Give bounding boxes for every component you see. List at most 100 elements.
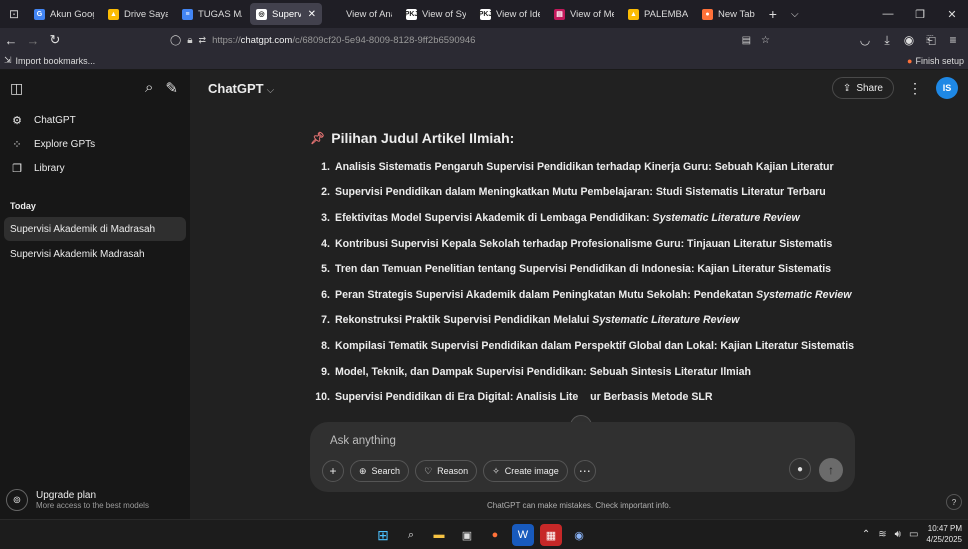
new-chat-icon[interactable]: ✎ xyxy=(165,79,178,97)
sidebar-item-library[interactable]: ❐ Library xyxy=(0,156,190,180)
microphone-icon[interactable]: ● xyxy=(789,458,811,480)
windows-taskbar: ⊞ ⌕ ▬ ▣ ● W ▦ ◉ ⌃ ≋ 🔊︎ ▭ 10:47 PM 4/25/2… xyxy=(0,519,968,549)
browser-tab[interactable]: ≡ TUGAS MAT xyxy=(176,3,248,25)
forward-button[interactable]: → xyxy=(22,28,44,52)
close-tab-icon[interactable]: ✕ xyxy=(308,9,316,20)
list-number: 3. xyxy=(321,211,330,224)
attach-button[interactable]: + xyxy=(322,460,344,482)
list-number: 2. xyxy=(321,186,330,199)
list-number: 6. xyxy=(321,288,330,301)
reload-button[interactable]: ↻ xyxy=(44,28,66,52)
list-item: 7. Rekonstruksi Praktik Supervisi Pendidi… xyxy=(310,308,870,334)
avatar[interactable]: IS xyxy=(936,77,958,99)
prompt-input[interactable]: Ask anything xyxy=(330,435,396,447)
list-text: Peran Strategis Supervisi Akademik dalam… xyxy=(335,288,757,301)
browser-tab[interactable]: ● New Tab xyxy=(696,3,761,25)
wifi-icon[interactable]: ≋ xyxy=(878,529,886,540)
url-text[interactable]: https://chatgpt.com/c/6809cf20-5e94-8009… xyxy=(212,35,475,46)
tab-overview-icon[interactable]: ⊡ xyxy=(0,0,28,28)
upgrade-subtitle: More access to the best models xyxy=(36,501,149,510)
finish-setup-link[interactable]: ● Finish setup xyxy=(907,56,964,66)
upgrade-plan-button[interactable]: ⊚ Upgrade plan More access to the best m… xyxy=(6,489,149,511)
tray-chevron-icon[interactable]: ⌃ xyxy=(862,529,870,540)
browser-tab[interactable]: PKJView of Syst xyxy=(400,3,472,25)
battery-icon[interactable]: ▭ xyxy=(909,529,918,540)
browser-tab[interactable]: ▲ Drive Saya xyxy=(102,3,174,25)
tab-title: View of Syst xyxy=(422,8,466,20)
lightbulb-icon: ♡ xyxy=(424,465,433,476)
windows-start-icon[interactable]: ⊞ xyxy=(372,524,394,546)
list-number: 7. xyxy=(321,314,330,327)
search-button[interactable]: ⊕ Search xyxy=(350,460,410,482)
reason-button[interactable]: ♡ Reason xyxy=(415,460,478,482)
browser-tab[interactable]: ▲ PALEMBANG xyxy=(622,3,694,25)
composer-actions: ● ↑ xyxy=(789,458,843,482)
list-text-emphasis: Systematic Literature Review xyxy=(652,211,800,224)
address-bar[interactable]: ◯ 🔒︎ ⇄ https://chatgpt.com/c/6809cf20-5e… xyxy=(170,30,770,50)
sidebar-item-chatgpt[interactable]: ⚙︎ ChatGPT xyxy=(0,108,190,132)
list-text: Model, Teknik, dan Dampak Supervisi Pend… xyxy=(335,365,752,378)
title-list: 1. Analisis Sistematis Pengaruh Supervisi… xyxy=(310,154,870,410)
more-options-icon[interactable]: ⋮ xyxy=(908,80,922,97)
list-text: Rekonstruksi Praktik Supervisi Pendidika… xyxy=(335,314,593,327)
composer-tools: + ⊕ Search ♡ Reason ✧ Create image ⋯ xyxy=(322,460,596,482)
browser-tab[interactable]: ▤ View of Met xyxy=(548,3,620,25)
tab-title: TUGAS MAT xyxy=(198,8,242,20)
tab-favicon-icon: PKJ xyxy=(404,8,419,20)
list-number: 10. xyxy=(315,391,330,404)
lock-icon[interactable]: 🔒︎ xyxy=(187,35,192,46)
new-tab-button[interactable]: + xyxy=(761,6,785,22)
permissions-icon[interactable]: ⇄ xyxy=(199,35,207,46)
sidebar-header: ◫ ⌕ ✎ xyxy=(0,70,190,106)
chat-history-item[interactable]: Supervisi Akademik Madrasah xyxy=(4,242,186,266)
file-explorer-icon[interactable]: ▬ xyxy=(428,524,450,546)
model-selector[interactable]: ChatGPT ⌵ xyxy=(208,81,274,96)
extensions-icon[interactable]: ⎗ xyxy=(920,33,942,48)
list-text: Supervisi Pendidikan di Era Digital: Ana… xyxy=(335,391,713,404)
sidebar-toggle-icon[interactable]: ◫ xyxy=(10,80,23,97)
pocket-icon[interactable]: ◡ xyxy=(854,33,876,47)
word-icon[interactable]: W xyxy=(512,524,534,546)
list-item: 3. Efektivitas Model Supervisi Akademik d… xyxy=(310,205,870,231)
browser-tab[interactable]: PKJView of Iden xyxy=(474,3,546,25)
tab-list-chevron-icon[interactable]: ⌵ xyxy=(785,9,805,20)
sidebar-item-explore-gpts[interactable]: ⁘ Explore GPTs xyxy=(0,132,190,156)
close-window-button[interactable]: ✕ xyxy=(936,0,968,28)
browser-tab[interactable]: ◎ Supervisi ✕ xyxy=(250,3,322,25)
list-text-emphasis: Systematic Review xyxy=(756,288,852,301)
upgrade-icon: ⊚ xyxy=(6,489,28,511)
send-button[interactable]: ↑ xyxy=(819,458,843,482)
browser-tab[interactable]: View of Analisis xyxy=(324,3,398,25)
back-button[interactable]: ← xyxy=(0,28,22,52)
browser-tab[interactable]: G Akun Googl xyxy=(28,3,100,25)
bookmark-star-icon[interactable]: ☆ xyxy=(761,35,770,46)
search-icon[interactable]: ⌕ xyxy=(145,79,153,97)
maximize-button[interactable]: ❐ xyxy=(904,0,936,28)
reader-view-icon[interactable]: ▤ xyxy=(742,35,751,46)
volume-icon[interactable]: 🔊︎ xyxy=(895,529,901,540)
downloads-icon[interactable]: ⤓ xyxy=(876,33,898,48)
more-tools-button[interactable]: ⋯ xyxy=(573,460,596,482)
chat-history-item[interactable]: Supervisi Akademik di Madrasah xyxy=(4,217,186,241)
sidebar-nav: ⚙︎ ChatGPT ⁘ Explore GPTs ❐ Library xyxy=(0,108,190,180)
tab-title: Supervisi xyxy=(272,8,301,20)
share-button[interactable]: ⇪ Share xyxy=(831,77,894,99)
openai-icon: ⚙︎ xyxy=(12,114,22,127)
help-button[interactable]: ? xyxy=(946,494,962,510)
search-icon[interactable]: ⌕ xyxy=(400,524,422,546)
import-bookmarks-link[interactable]: ⇲ Import bookmarks... xyxy=(4,55,95,66)
list-item: 4. Kontribusi Supervisi Kepala Sekolah te… xyxy=(310,231,870,257)
create-image-button[interactable]: ✧ Create image xyxy=(483,460,568,482)
chrome-icon[interactable]: ◉ xyxy=(568,524,590,546)
photos-icon[interactable]: ▦ xyxy=(540,524,562,546)
minimize-button[interactable]: — xyxy=(872,0,904,28)
list-text: Kompilasi Tematik Supervisi Pendidikan d… xyxy=(335,339,855,352)
bookmarks-bar: ⇲ Import bookmarks... ● Finish setup xyxy=(0,52,968,70)
clock[interactable]: 10:47 PM 4/25/2025 xyxy=(926,523,962,545)
store-icon[interactable]: ▣ xyxy=(456,524,478,546)
firefox-icon[interactable]: ● xyxy=(484,524,506,546)
shield-icon[interactable]: ◯ xyxy=(170,35,181,46)
tab-favicon-icon: ◎ xyxy=(256,8,267,20)
account-icon[interactable]: ◉ xyxy=(898,33,920,47)
menu-icon[interactable]: ≡ xyxy=(942,33,964,47)
